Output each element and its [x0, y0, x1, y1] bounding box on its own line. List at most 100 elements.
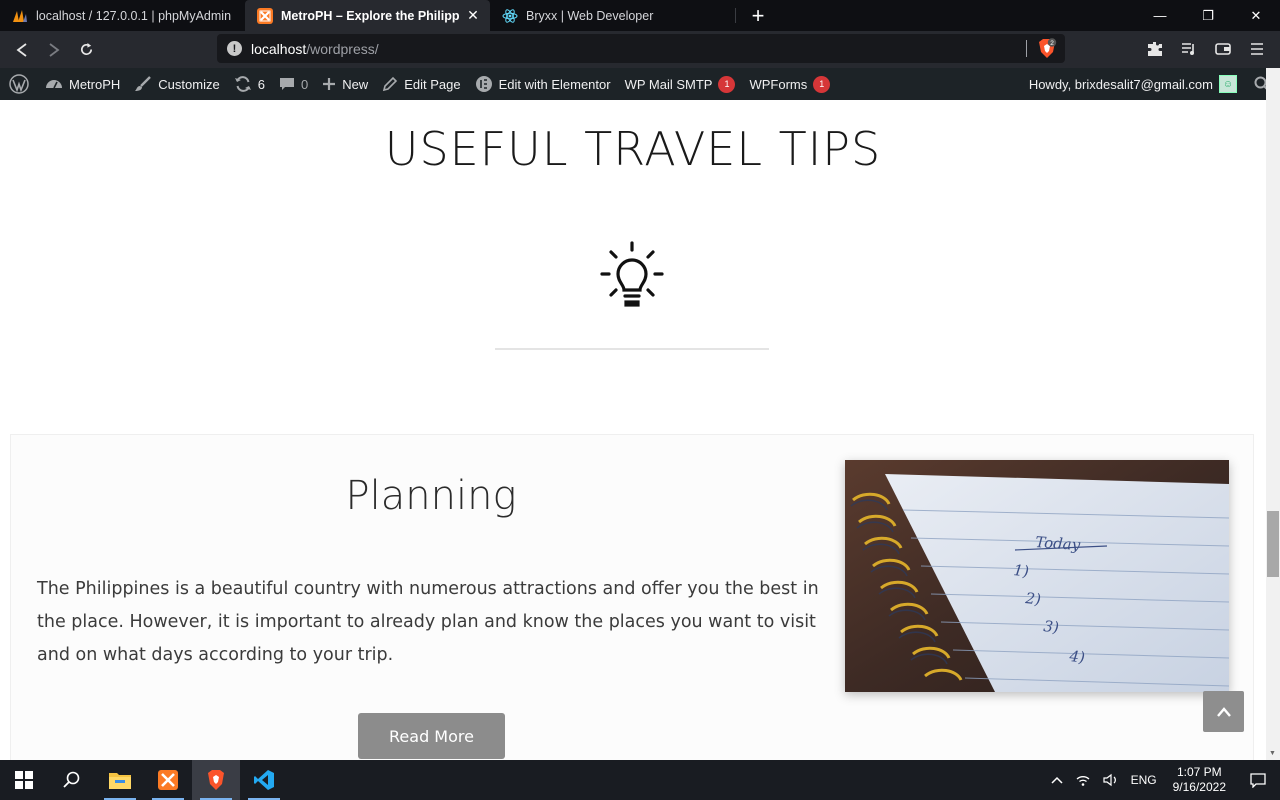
wp-admin-bar: MetroPH Customize 6 0 New Edit Page Edit…: [0, 68, 1280, 100]
menu-icon[interactable]: [1240, 33, 1274, 65]
comments-count: 0: [300, 76, 309, 92]
plus-icon: [323, 78, 336, 90]
avatar: ☺: [1219, 75, 1237, 93]
show-hidden-icons-icon[interactable]: [1045, 776, 1069, 784]
brave-icon: [208, 770, 224, 790]
clock-time: 1:07 PM: [1176, 765, 1222, 779]
new-label: New: [342, 76, 369, 92]
search-button[interactable]: [48, 760, 96, 800]
extensions-icon[interactable]: [1138, 33, 1172, 65]
browser-toolbar: ! localhost/wordpress/ 2: [0, 31, 1280, 68]
my-account-button[interactable]: Howdy, brixdesalit7@gmail.com ☺: [1022, 68, 1244, 100]
window-controls: — ❐ ✕: [1136, 0, 1280, 31]
site-info-icon[interactable]: !: [227, 41, 242, 56]
system-tray: ENG 1:07 PM 9/16/2022: [1045, 760, 1280, 800]
section-heading: USEFUL TRAVEL TIPS: [384, 122, 882, 176]
site-name-button[interactable]: MetroPH: [38, 68, 127, 100]
photo-item-4: 4): [1068, 647, 1086, 667]
scroll-to-top-button[interactable]: [1203, 691, 1244, 732]
wordpress-icon: [9, 74, 29, 94]
tab-metroph[interactable]: MetroPH – Explore the Philippines ✕: [245, 0, 490, 31]
read-more-button[interactable]: Read More: [358, 713, 505, 759]
reload-icon: [80, 42, 92, 56]
browser-tab-strip: localhost / 127.0.0.1 | phpMyAdmin 5. Me…: [0, 0, 1280, 31]
card-text: The Philippines is a beautiful country w…: [37, 579, 819, 665]
card-title: Planning: [345, 473, 517, 519]
howdy-label: Howdy, brixdesalit7@gmail.com: [1028, 76, 1213, 92]
elementor-icon: [475, 76, 492, 92]
notifications-icon[interactable]: [1236, 772, 1280, 788]
new-content-button[interactable]: New: [315, 68, 375, 100]
url-divider: [1026, 40, 1027, 57]
updates-count: 6: [257, 76, 265, 92]
forward-icon: [49, 42, 60, 57]
url-host: localhost: [251, 40, 307, 57]
customize-button[interactable]: Customize: [127, 68, 226, 100]
photo-item-1: 1): [1013, 561, 1030, 581]
lightbulb-icon: [600, 241, 664, 307]
language-indicator[interactable]: ENG: [1125, 773, 1163, 787]
url-path: /wordpress/: [306, 40, 379, 57]
back-button[interactable]: [6, 34, 38, 66]
reload-button[interactable]: [70, 34, 102, 66]
search-icon: [63, 771, 80, 788]
section-divider: [495, 348, 769, 350]
browser-right-tools: [1138, 33, 1274, 65]
brush-icon: [135, 76, 152, 91]
playlist-icon[interactable]: [1172, 33, 1206, 65]
windows-icon: [15, 771, 33, 789]
brave-taskbar-button[interactable]: [192, 760, 240, 800]
page-scrollbar[interactable]: ▼: [1266, 68, 1280, 760]
xampp-icon: [257, 7, 273, 24]
forward-button[interactable]: [38, 34, 70, 66]
address-bar[interactable]: ! localhost/wordpress/ 2: [217, 34, 1065, 63]
edit-page-button[interactable]: Edit Page: [375, 68, 467, 100]
dashboard-icon: [46, 80, 62, 89]
wifi-icon[interactable]: [1069, 773, 1097, 787]
wp-mail-smtp-button[interactable]: WP Mail SMTP 1: [618, 68, 743, 100]
tab-phpmyadmin[interactable]: localhost / 127.0.0.1 | phpMyAdmin 5.: [0, 0, 245, 31]
clock-date: 9/16/2022: [1172, 780, 1226, 794]
photo-item-3: 3): [1043, 617, 1060, 637]
wordpress-logo-button[interactable]: [0, 68, 38, 100]
page-content: USEFUL TRAVEL TIPS Planning The Philippi…: [0, 100, 1266, 760]
folder-icon: [109, 773, 131, 789]
file-explorer-button[interactable]: [96, 760, 144, 800]
wp-mail-smtp-label: WP Mail SMTP: [624, 76, 713, 92]
wpforms-button[interactable]: WPForms 1: [742, 68, 837, 100]
pencil-icon: [383, 76, 398, 92]
screen: localhost / 127.0.0.1 | phpMyAdmin 5. Me…: [0, 0, 1280, 800]
edit-with-elementor-button[interactable]: Edit with Elementor: [468, 68, 618, 100]
volume-icon[interactable]: [1097, 773, 1125, 787]
tab-bryxx[interactable]: Bryxx | Web Developer: [490, 0, 735, 31]
start-button[interactable]: [0, 760, 48, 800]
customize-label: Customize: [158, 76, 220, 92]
xampp-taskbar-button[interactable]: [144, 760, 192, 800]
comments-button[interactable]: 0: [272, 68, 315, 100]
restore-icon[interactable]: ❐: [1184, 0, 1232, 31]
close-window-icon[interactable]: ✕: [1232, 0, 1280, 31]
vscode-icon: [254, 770, 274, 790]
wp-mail-smtp-badge: 1: [718, 75, 736, 93]
edit-elementor-label: Edit with Elementor: [498, 76, 611, 92]
edit-page-label: Edit Page: [404, 76, 461, 92]
scrollbar-thumb[interactable]: [1267, 511, 1279, 577]
close-tab-icon[interactable]: ✕: [466, 7, 480, 24]
svg-text:2: 2: [1050, 40, 1054, 47]
comment-icon: [279, 78, 294, 90]
wallet-icon[interactable]: [1206, 33, 1240, 65]
vscode-taskbar-button[interactable]: [240, 760, 288, 800]
tab-title: Bryxx | Web Developer: [526, 8, 654, 23]
clock[interactable]: 1:07 PM 9/16/2022: [1163, 765, 1236, 795]
scroll-down-arrow-icon[interactable]: ▼: [1269, 750, 1276, 757]
site-name-label: MetroPH: [69, 76, 121, 92]
updates-button[interactable]: 6: [227, 68, 272, 100]
minimize-icon[interactable]: —: [1136, 0, 1184, 31]
brave-shields-icon[interactable]: 2: [1037, 38, 1057, 59]
new-tab-button[interactable]: +: [736, 0, 780, 31]
tip-card: Planning The Philippines is a beautiful …: [10, 434, 1254, 760]
back-icon: [16, 42, 27, 57]
admin-bar-right: Howdy, brixdesalit7@gmail.com ☺: [1022, 68, 1280, 100]
xampp-icon: [158, 770, 178, 790]
photo-item-2: 2): [1024, 589, 1042, 609]
